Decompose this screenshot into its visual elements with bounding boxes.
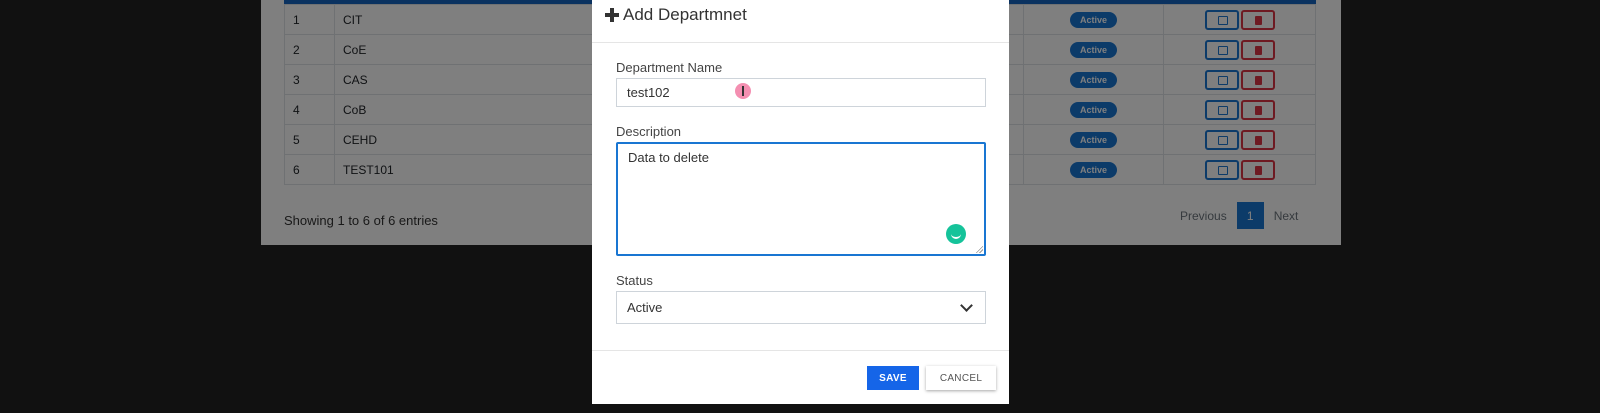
status-select[interactable]: Active [616, 291, 986, 324]
grammar-assistant-icon[interactable] [946, 224, 966, 244]
description-label: Description [616, 124, 682, 139]
add-department-modal: Add Departmnet Department Name test102 D… [592, 0, 1009, 404]
save-button[interactable]: SAVE [867, 366, 919, 390]
plus-icon [605, 8, 619, 22]
chevron-down-icon [960, 299, 973, 312]
status-label: Status [616, 273, 653, 288]
status-select-value: Active [627, 300, 663, 315]
modal-footer-divider [592, 350, 1009, 351]
description-text: Data to delete [628, 150, 709, 165]
resize-handle[interactable] [975, 245, 983, 253]
description-textarea[interactable]: Data to delete [616, 142, 986, 256]
department-name-label: Department Name [616, 60, 723, 75]
modal-title: Add Departmnet [623, 5, 747, 24]
cancel-button[interactable]: CANCEL [926, 366, 996, 390]
mouse-cursor-icon [735, 83, 751, 99]
department-name-input[interactable]: test102 [616, 78, 986, 107]
modal-header: Add Departmnet [592, 0, 1009, 43]
